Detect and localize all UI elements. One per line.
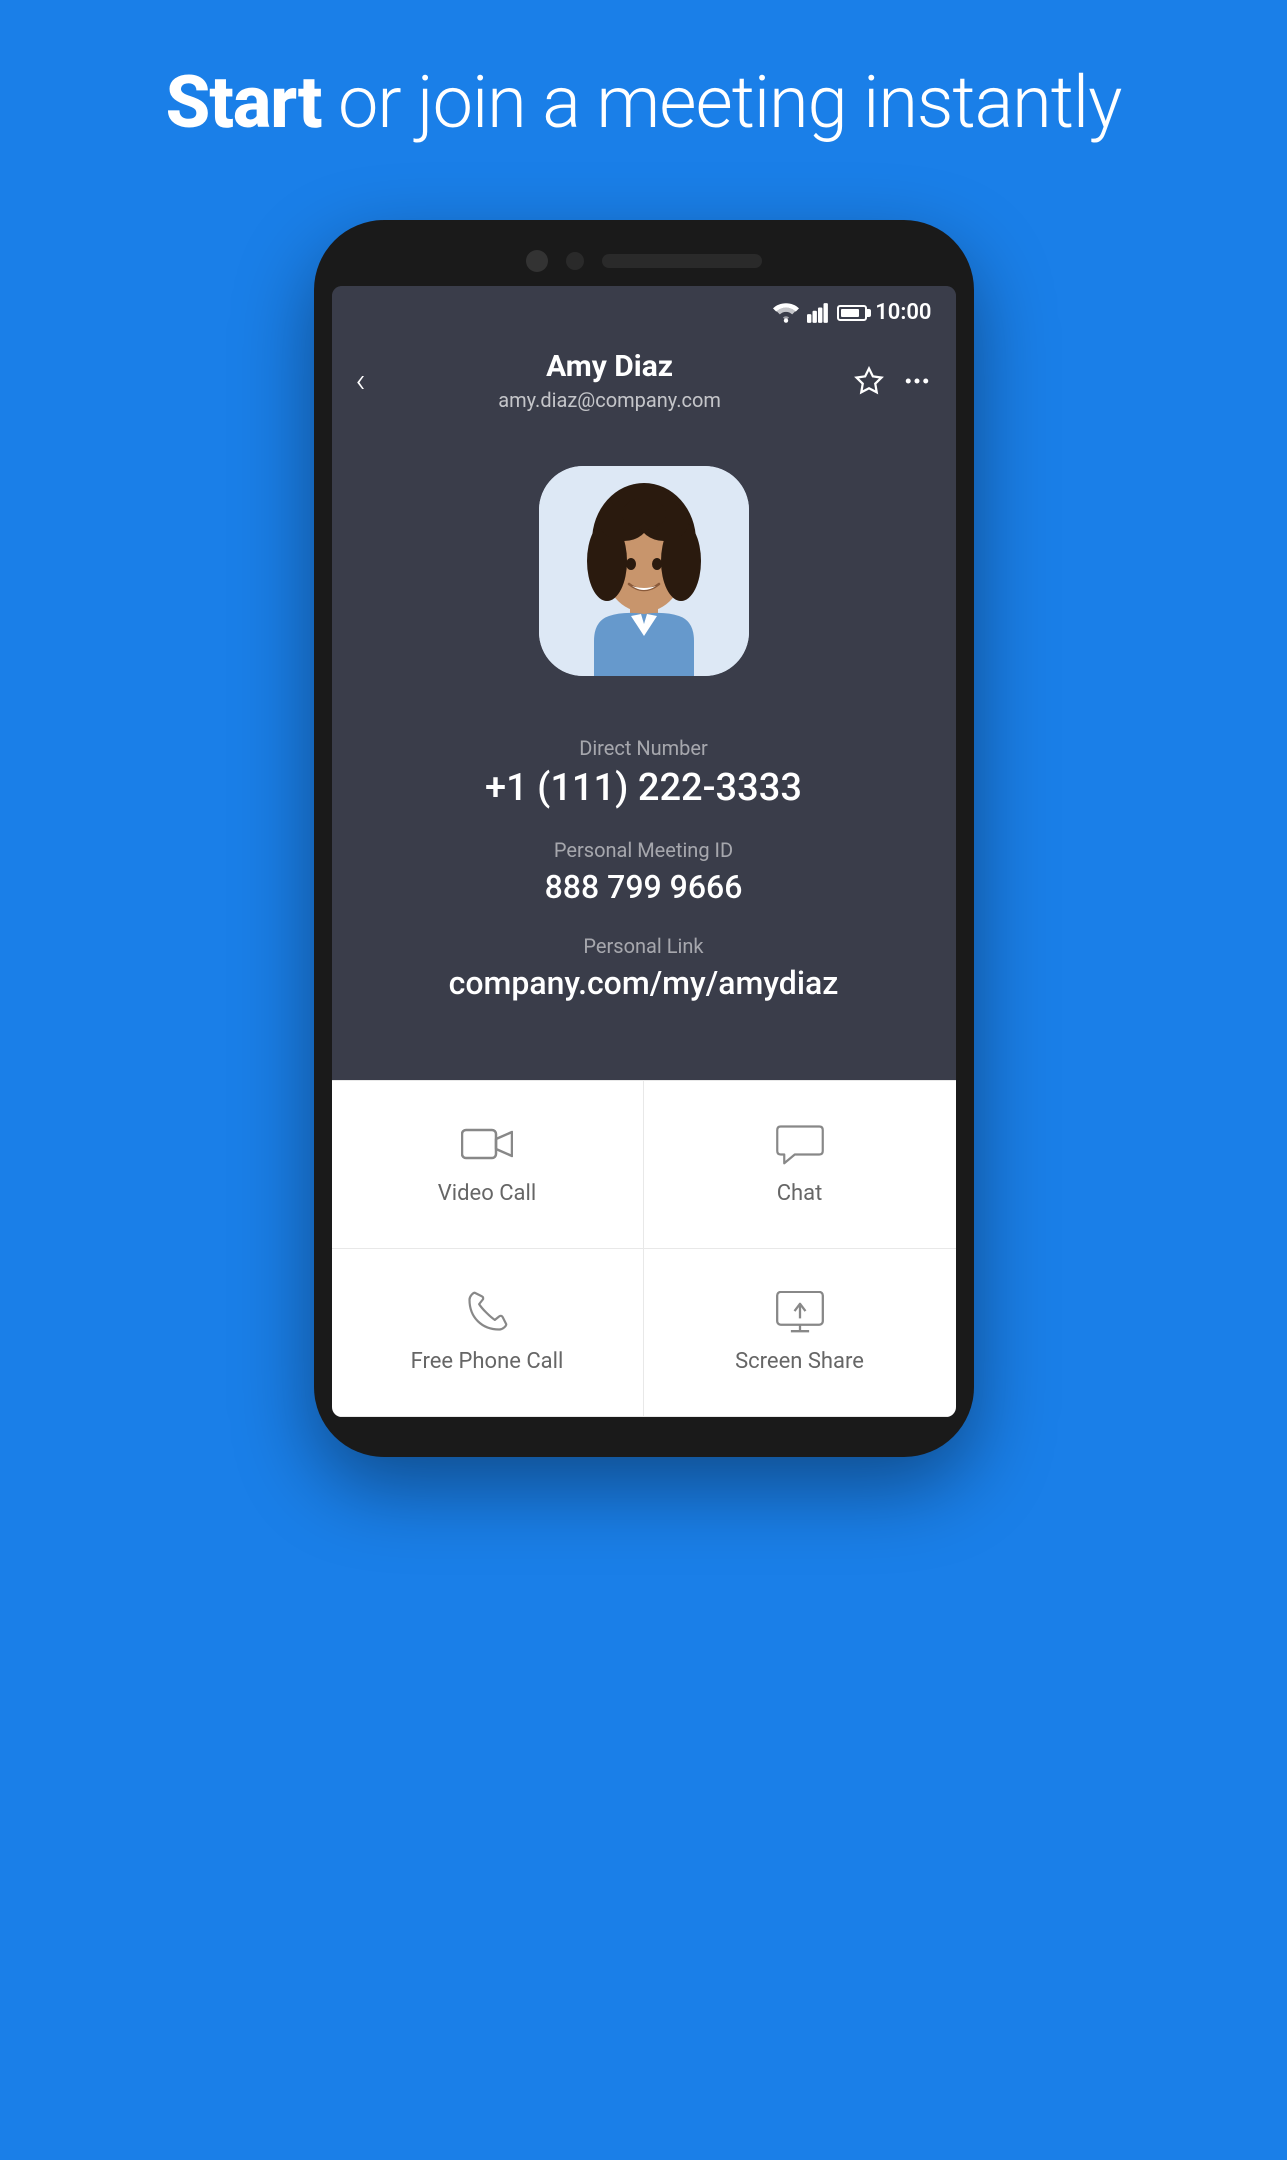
more-options-button[interactable] — [902, 366, 932, 396]
avatar-section — [332, 436, 956, 716]
phone-icon — [461, 1291, 513, 1333]
contact-nav-bar: ‹ Amy Diaz amy.diaz@company.com — [332, 333, 956, 436]
screen-share-label: Screen Share — [735, 1349, 864, 1374]
chat-label: Chat — [777, 1181, 823, 1206]
avatar — [539, 466, 749, 676]
direct-number-label: Direct Number — [332, 736, 956, 760]
video-camera-icon — [461, 1123, 513, 1165]
contact-email: amy.diaz@company.com — [366, 388, 854, 412]
sensor-dot — [566, 252, 584, 270]
personal-link-block: Personal Link company.com/my/amydiaz — [332, 934, 956, 1002]
video-call-label: Video Call — [438, 1181, 536, 1206]
nav-actions — [854, 366, 932, 396]
free-phone-call-button[interactable]: Free Phone Call — [332, 1249, 644, 1417]
phone-top-hardware — [332, 250, 956, 272]
status-icons: 10:00 — [773, 300, 931, 325]
chat-icon — [774, 1123, 826, 1165]
more-dots-icon — [902, 366, 932, 396]
camera-dot — [526, 250, 548, 272]
meeting-id-block: Personal Meeting ID 888 799 9666 — [332, 838, 956, 906]
meeting-id-value[interactable]: 888 799 9666 — [332, 868, 956, 906]
phone-mockup: 10:00 ‹ Amy Diaz amy.diaz@company.com — [314, 220, 974, 1457]
battery-icon — [837, 305, 867, 321]
personal-link-value[interactable]: company.com/my/amydiaz — [332, 964, 956, 1002]
screen-share-button[interactable]: Screen Share — [644, 1249, 956, 1417]
heading-rest: or join a meeting instantly — [321, 60, 1121, 145]
page-heading: Start or join a meeting instantly — [0, 60, 1287, 145]
speaker-bar — [602, 254, 762, 268]
screen-share-icon — [774, 1291, 826, 1333]
avatar-image — [539, 466, 749, 676]
direct-number-value[interactable]: +1 (111) 222-3333 — [332, 766, 956, 810]
star-icon — [854, 366, 884, 396]
contact-name: Amy Diaz — [366, 349, 854, 384]
chat-button[interactable]: Chat — [644, 1081, 956, 1249]
wifi-icon — [773, 303, 799, 323]
direct-number-block: Direct Number +1 (111) 222-3333 — [332, 736, 956, 810]
personal-link-label: Personal Link — [332, 934, 956, 958]
status-time: 10:00 — [875, 300, 931, 325]
back-button[interactable]: ‹ — [356, 364, 366, 398]
favorite-button[interactable] — [854, 366, 884, 396]
status-bar: 10:00 — [332, 286, 956, 333]
contact-info-section: Direct Number +1 (111) 222-3333 Personal… — [332, 716, 956, 1080]
meeting-id-label: Personal Meeting ID — [332, 838, 956, 862]
signal-icon — [807, 303, 829, 323]
action-grid: Video Call Chat Free Phone Call — [332, 1080, 956, 1417]
free-phone-call-label: Free Phone Call — [411, 1349, 564, 1374]
phone-shell: 10:00 ‹ Amy Diaz amy.diaz@company.com — [314, 220, 974, 1457]
video-call-button[interactable]: Video Call — [332, 1081, 644, 1249]
heading-bold: Start — [166, 60, 322, 145]
phone-screen: 10:00 ‹ Amy Diaz amy.diaz@company.com — [332, 286, 956, 1417]
nav-center: Amy Diaz amy.diaz@company.com — [366, 349, 854, 412]
